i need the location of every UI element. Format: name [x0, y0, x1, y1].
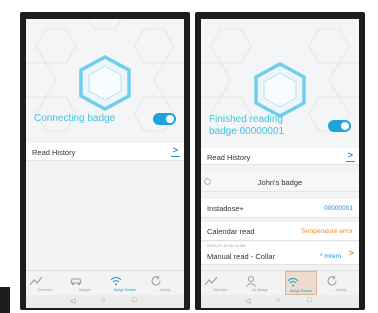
reading-status-line2: badge 00000001: [209, 126, 285, 137]
recents-button[interactable]: □: [307, 297, 311, 304]
nav-label: Badge Reader: [113, 288, 137, 292]
nav-activity[interactable]: Activity: [149, 271, 181, 295]
hero-panel: Finished reading badge 00000001: [201, 19, 359, 159]
system-nav-bar: ◁ ○ □: [201, 295, 359, 308]
back-button[interactable]: ◁: [70, 297, 75, 305]
nav-label: Badges: [79, 288, 91, 292]
manual-read-row[interactable]: 2019-07-10 10:15 AM Manual read - Collar…: [201, 242, 359, 265]
home-button[interactable]: ○: [101, 297, 105, 304]
nav-badge-reader[interactable]: Badge Reader: [109, 271, 141, 295]
calendar-read-label: Calendar read: [207, 227, 255, 236]
chevron-right-icon[interactable]: >: [345, 150, 356, 162]
wifi-icon: [110, 276, 122, 286]
manual-read-timestamp: 2019-07-10 10:15 AM: [207, 243, 246, 248]
nav-activity[interactable]: Activity: [325, 271, 357, 295]
hero-panel: Connecting badge: [26, 19, 184, 137]
nav-label: My Badge: [252, 288, 268, 292]
chart-line-icon: [29, 276, 43, 286]
nav-overview[interactable]: Overview: [204, 271, 236, 295]
nav-label: Overview: [37, 288, 53, 292]
right-screen: Finished reading badge 00000001 Read His…: [201, 19, 359, 308]
reader-toggle[interactable]: [153, 113, 176, 125]
chevron-right-icon[interactable]: >: [170, 145, 181, 157]
badge-header-row: John's badge: [201, 172, 359, 192]
badge-hexagon-icon: [79, 55, 131, 111]
left-screen: Connecting badge Read History > Overview…: [26, 19, 184, 308]
refresh-icon: [151, 275, 161, 286]
connection-status: Connecting badge: [34, 113, 116, 124]
instadose-value: 00000001: [324, 205, 353, 212]
temperature-error-status: Temperature error: [300, 228, 353, 235]
chart-line-icon: [204, 276, 218, 286]
nav-label: Badge Reader: [289, 289, 313, 293]
bottom-nav: Overview My Badge Badge Reader Activity: [201, 270, 359, 295]
reading-status-line1: Finished reading: [209, 114, 283, 125]
manual-read-value: * mrem: [320, 253, 341, 260]
bottom-nav: Overview Badges Badge Reader Activity: [26, 270, 184, 294]
manual-read-label: Manual read - Collar: [207, 252, 275, 261]
nav-my-badge[interactable]: My Badge: [244, 271, 276, 295]
nav-label: Activity: [159, 288, 171, 292]
wifi-icon: [287, 277, 299, 287]
instadose-row: Instadose+ 00000001: [201, 199, 359, 218]
nav-badge-reader[interactable]: Badge Reader: [285, 271, 317, 295]
calendar-read-row: Calendar read Temperature error: [201, 222, 359, 241]
car-icon: [70, 278, 82, 286]
badge-hexagon-icon: [254, 62, 306, 118]
read-history-row[interactable]: Read History >: [26, 143, 184, 161]
chevron-right-icon[interactable]: >: [349, 248, 354, 258]
home-button[interactable]: ○: [276, 297, 280, 304]
badge-name: John's badge: [257, 178, 303, 187]
reader-toggle[interactable]: [328, 120, 351, 132]
system-nav-bar: ◁ ○ □: [26, 295, 184, 308]
recents-button[interactable]: □: [132, 297, 136, 304]
read-history-row[interactable]: Read History >: [201, 148, 359, 165]
corner-fragment: [0, 287, 10, 313]
refresh-icon: [327, 275, 337, 286]
back-button[interactable]: ◁: [245, 297, 250, 305]
nav-label: Overview: [212, 288, 228, 292]
person-icon: [246, 275, 256, 287]
nav-label: Activity: [335, 288, 347, 292]
nav-overview[interactable]: Overview: [29, 271, 61, 295]
read-history-label: Read History: [32, 148, 76, 157]
nav-badges[interactable]: Badges: [69, 271, 101, 295]
read-history-label: Read History: [207, 153, 251, 162]
instadose-label: Instadose+: [207, 204, 244, 213]
